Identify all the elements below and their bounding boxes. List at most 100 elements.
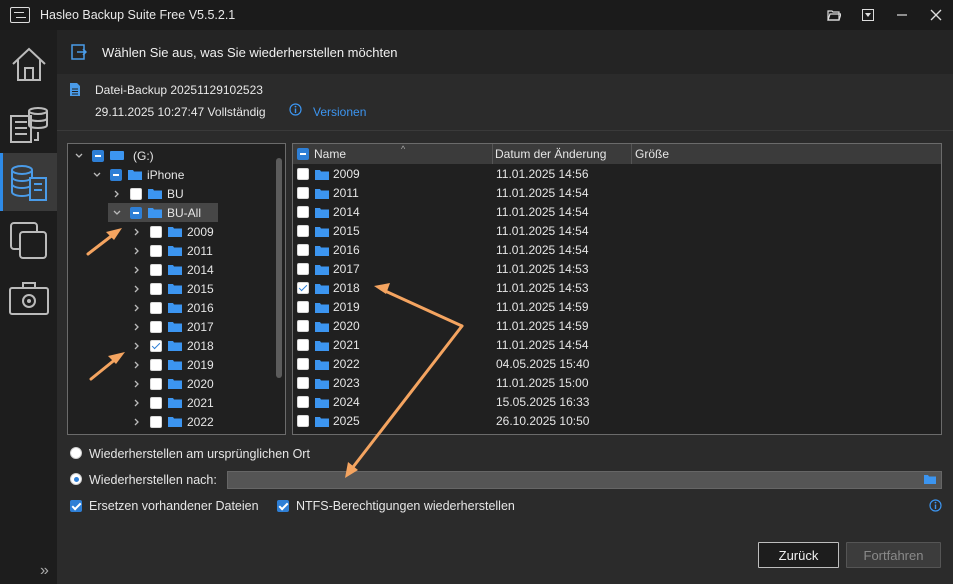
tree-checkbox[interactable] <box>150 301 162 314</box>
menu-icon[interactable] <box>851 0 885 30</box>
chevron-right-icon[interactable] <box>130 377 144 391</box>
chevron-right-icon[interactable] <box>130 244 144 258</box>
column-name[interactable]: Name <box>314 147 346 161</box>
select-all-checkbox[interactable] <box>297 148 309 160</box>
nav-home[interactable] <box>0 35 57 93</box>
row-checkbox[interactable] <box>297 301 309 313</box>
tree-node-year[interactable]: 2018 <box>130 336 214 355</box>
tree-node-year[interactable]: 2021 <box>130 393 214 412</box>
tree-node-year[interactable]: 2011 <box>130 241 213 260</box>
chevron-right-icon[interactable] <box>130 263 144 277</box>
tree-node-year[interactable]: 2020 <box>130 374 214 393</box>
row-checkbox[interactable] <box>297 263 309 275</box>
row-checkbox[interactable] <box>297 282 309 294</box>
chevron-right-icon[interactable] <box>130 320 144 334</box>
nav-restore[interactable] <box>0 153 57 211</box>
open-folder-icon[interactable] <box>817 0 851 30</box>
tree-checkbox[interactable] <box>150 320 162 333</box>
file-list[interactable]: Name ^ Datum der Änderung Größe 2009 11.0… <box>292 143 942 435</box>
tree-checkbox[interactable] <box>92 149 104 162</box>
list-row[interactable]: 2009 11.01.2025 14:56 <box>293 165 941 184</box>
column-size[interactable]: Größe <box>635 147 669 161</box>
row-checkbox[interactable] <box>297 225 309 237</box>
tree-node-year[interactable]: 2015 <box>130 279 214 298</box>
tree-node-year[interactable]: 2017 <box>130 317 214 336</box>
chevron-right-icon[interactable] <box>130 225 144 239</box>
tree-node-bu[interactable]: BU <box>110 184 184 203</box>
list-row[interactable]: 2015 11.01.2025 14:54 <box>293 222 941 241</box>
list-row[interactable]: 2018 11.01.2025 14:53 <box>293 279 941 298</box>
ntfs-permissions-label[interactable]: NTFS-Berechtigungen wiederherstellen <box>296 499 515 513</box>
tree-checkbox[interactable] <box>150 415 162 428</box>
list-row[interactable]: 2025 26.10.2025 10:50 <box>293 412 941 431</box>
replace-existing-checkbox[interactable] <box>70 500 82 512</box>
destination-path-input[interactable] <box>227 471 942 489</box>
tree-checkbox[interactable] <box>150 282 162 295</box>
list-row[interactable]: 2023 11.01.2025 15:00 <box>293 374 941 393</box>
column-date[interactable]: Datum der Änderung <box>495 147 606 161</box>
column-divider[interactable] <box>492 144 493 164</box>
expand-sidebar-icon[interactable]: » <box>40 562 58 579</box>
tree-node-year[interactable]: 2019 <box>130 355 214 374</box>
tree-checkbox[interactable] <box>110 168 122 181</box>
ntfs-permissions-checkbox[interactable] <box>277 500 289 512</box>
tree-node-drive[interactable]: (G:) <box>72 146 154 165</box>
list-row[interactable]: 2011 11.01.2025 14:54 <box>293 184 941 203</box>
tree-node-year[interactable]: 2022 <box>130 412 214 431</box>
tree-checkbox[interactable] <box>150 244 162 257</box>
nav-clone[interactable] <box>0 211 57 269</box>
row-checkbox[interactable] <box>297 168 309 180</box>
chevron-down-icon[interactable] <box>110 206 124 220</box>
restore-to-radio[interactable] <box>70 473 82 485</box>
tree-node-year[interactable]: 2016 <box>130 298 214 317</box>
chevron-right-icon[interactable] <box>130 282 144 296</box>
chevron-right-icon[interactable] <box>110 187 124 201</box>
tree-checkbox[interactable] <box>150 377 162 390</box>
folder-tree[interactable]: (G:) iPhone BU BU-All 2009 2011 2014 2015 20… <box>67 143 286 435</box>
list-row[interactable]: 2014 11.01.2025 14:54 <box>293 203 941 222</box>
row-checkbox[interactable] <box>297 206 309 218</box>
row-checkbox[interactable] <box>297 358 309 370</box>
minimize-icon[interactable] <box>885 0 919 30</box>
chevron-right-icon[interactable] <box>130 358 144 372</box>
tree-scrollbar-thumb[interactable] <box>276 158 282 378</box>
chevron-down-icon[interactable] <box>72 149 86 163</box>
tree-node-year[interactable]: 2014 <box>130 260 214 279</box>
restore-original-label[interactable]: Wiederherstellen am ursprünglichen Ort <box>89 447 310 461</box>
list-row[interactable]: 2020 11.01.2025 14:59 <box>293 317 941 336</box>
row-checkbox[interactable] <box>297 377 309 389</box>
tree-checkbox[interactable] <box>150 225 162 238</box>
versions-link[interactable]: Versionen <box>313 105 366 119</box>
chevron-right-icon[interactable] <box>130 396 144 410</box>
restore-original-radio[interactable] <box>70 447 82 459</box>
row-checkbox[interactable] <box>297 187 309 199</box>
browse-folder-icon[interactable] <box>924 474 936 484</box>
column-divider[interactable] <box>631 144 632 164</box>
tree-node-bu-all[interactable]: BU-All <box>108 203 218 222</box>
list-row[interactable]: 2017 11.01.2025 14:53 <box>293 260 941 279</box>
back-button[interactable]: Zurück <box>758 542 839 568</box>
tree-node-year[interactable]: 2009 <box>130 222 214 241</box>
tree-checkbox[interactable] <box>150 263 162 276</box>
continue-button[interactable]: Fortfahren <box>846 542 941 568</box>
list-row[interactable]: 2019 11.01.2025 14:59 <box>293 298 941 317</box>
info-icon[interactable] <box>929 499 942 512</box>
chevron-right-icon[interactable] <box>130 415 144 429</box>
row-checkbox[interactable] <box>297 415 309 427</box>
chevron-down-icon[interactable] <box>90 168 104 182</box>
restore-to-label[interactable]: Wiederherstellen nach: <box>89 473 217 487</box>
nav-backup[interactable] <box>0 95 57 153</box>
tree-checkbox[interactable] <box>150 396 162 409</box>
list-row[interactable]: 2016 11.01.2025 14:54 <box>293 241 941 260</box>
chevron-right-icon[interactable] <box>130 301 144 315</box>
chevron-right-icon[interactable] <box>130 339 144 353</box>
tree-checkbox[interactable] <box>150 358 162 371</box>
tree-checkbox[interactable] <box>130 206 142 219</box>
close-icon[interactable] <box>919 0 953 30</box>
info-icon[interactable] <box>289 103 302 116</box>
nav-tools[interactable] <box>0 269 57 327</box>
list-row[interactable]: 2021 11.01.2025 14:54 <box>293 336 941 355</box>
row-checkbox[interactable] <box>297 339 309 351</box>
tree-checkbox[interactable] <box>150 339 162 352</box>
tree-checkbox[interactable] <box>130 187 142 200</box>
